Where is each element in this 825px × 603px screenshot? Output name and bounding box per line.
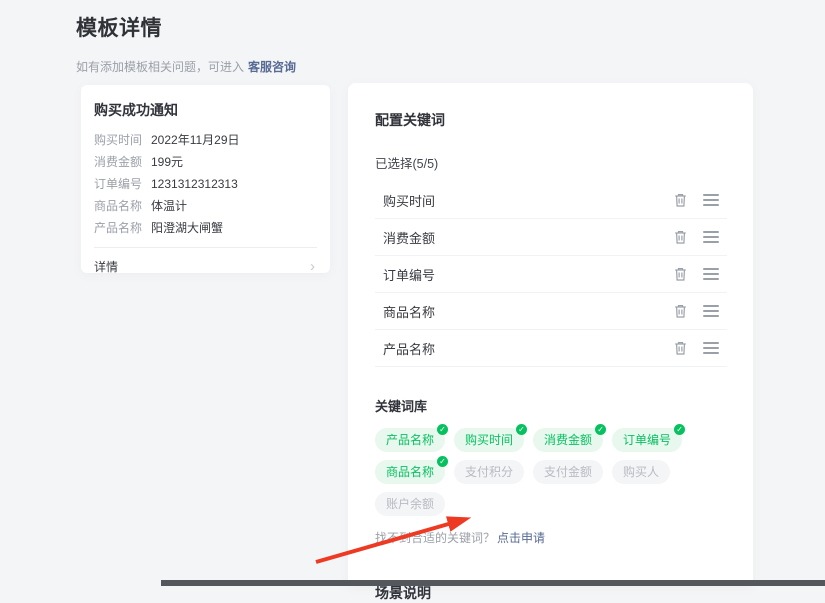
- keyword-tag-label: 消费金额: [544, 433, 592, 447]
- selected-keyword-row: 订单编号: [375, 256, 727, 293]
- check-badge-icon: ✓: [516, 424, 527, 435]
- keyword-row-actions: [672, 303, 719, 320]
- selected-keyword-row: 消费金额: [375, 219, 727, 256]
- field-value: 2022年11月29日: [151, 133, 240, 148]
- keyword-tag[interactable]: 支付金额: [533, 460, 603, 484]
- subtitle-text: 如有添加模板相关问题，可进入: [76, 60, 244, 74]
- keyword-tag-label: 账户余额: [386, 497, 434, 511]
- keyword-library-tags: 产品名称 ✓ 购买时间 ✓ 消费金额 ✓ 订单编号 ✓ 商品名称 ✓ 支付积分 …: [375, 428, 695, 516]
- keyword-library-title: 关键词库: [375, 396, 727, 415]
- check-badge-icon: ✓: [437, 456, 448, 467]
- keyword-row-label: 产品名称: [383, 339, 672, 358]
- trash-icon[interactable]: [672, 340, 689, 357]
- field-value: 1231312312313: [151, 177, 238, 192]
- keyword-tag[interactable]: 产品名称 ✓: [375, 428, 445, 452]
- background-window-edge: [161, 580, 825, 586]
- apply-hint-line: 找不到合适的关键词？点击申请: [375, 529, 727, 546]
- template-name: 购买成功通知: [94, 100, 317, 120]
- trash-icon[interactable]: [672, 192, 689, 209]
- keyword-row-actions: [672, 340, 719, 357]
- template-field-row: 商品名称 体温计: [94, 199, 317, 214]
- drag-handle-icon[interactable]: [703, 268, 719, 280]
- config-section-title: 配置关键词: [375, 110, 727, 130]
- drag-handle-icon[interactable]: [703, 231, 719, 243]
- template-field-row: 订单编号 1231312312313: [94, 177, 317, 192]
- keyword-row-label: 订单编号: [383, 265, 672, 284]
- field-label: 商品名称: [94, 199, 151, 214]
- template-field-row: 产品名称 阳澄湖大闸蟹: [94, 221, 317, 236]
- selected-count-label: 已选择(5/5): [375, 153, 727, 172]
- drag-handle-icon[interactable]: [703, 342, 719, 354]
- field-value: 199元: [151, 155, 183, 170]
- keyword-tag[interactable]: 购买时间 ✓: [454, 428, 524, 452]
- check-badge-icon: ✓: [437, 424, 448, 435]
- field-label: 订单编号: [94, 177, 151, 192]
- template-field-row: 购买时间 2022年11月29日: [94, 133, 317, 148]
- template-fields-list: 购买时间 2022年11月29日 消费金额 199元 订单编号 12313123…: [94, 133, 317, 236]
- detail-label: 详情: [94, 258, 118, 275]
- keyword-tag-label: 购买时间: [465, 433, 513, 447]
- field-label: 消费金额: [94, 155, 151, 170]
- selected-keyword-row: 购买时间: [375, 182, 727, 219]
- scene-description-title: 场景说明: [375, 583, 727, 603]
- field-value: 阳澄湖大闸蟹: [151, 221, 223, 236]
- check-badge-icon: ✓: [595, 424, 606, 435]
- keyword-tag[interactable]: 支付积分: [454, 460, 524, 484]
- keyword-tag-label: 支付积分: [465, 465, 513, 479]
- keyword-tag[interactable]: 订单编号 ✓: [612, 428, 682, 452]
- trash-icon[interactable]: [672, 303, 689, 320]
- keyword-row-actions: [672, 192, 719, 209]
- keyword-tag-label: 商品名称: [386, 465, 434, 479]
- selected-keyword-row: 商品名称: [375, 293, 727, 330]
- keyword-tag-label: 购买人: [623, 465, 659, 479]
- keyword-row-actions: [672, 266, 719, 283]
- page-header: 模板详情 如有添加模板相关问题，可进入客服咨询: [76, 12, 296, 75]
- field-value: 体温计: [151, 199, 187, 214]
- chevron-right-icon: ›: [310, 261, 315, 273]
- keyword-tag-label: 订单编号: [623, 433, 671, 447]
- page-subtitle: 如有添加模板相关问题，可进入客服咨询: [76, 58, 296, 75]
- keyword-tag[interactable]: 账户余额: [375, 492, 445, 516]
- selected-keyword-row: 产品名称: [375, 330, 727, 367]
- keyword-tag[interactable]: 商品名称 ✓: [375, 460, 445, 484]
- keyword-tag-label: 产品名称: [386, 433, 434, 447]
- field-label: 购买时间: [94, 133, 151, 148]
- drag-handle-icon[interactable]: [703, 305, 719, 317]
- keyword-config-card: 配置关键词 已选择(5/5) 购买时间 消费金额: [348, 83, 753, 586]
- keyword-tag[interactable]: 购买人: [612, 460, 670, 484]
- check-badge-icon: ✓: [674, 424, 685, 435]
- template-preview-card: 购买成功通知 购买时间 2022年11月29日 消费金额 199元 订单编号 1…: [81, 85, 330, 273]
- field-label: 产品名称: [94, 221, 151, 236]
- detail-row[interactable]: 详情 ›: [94, 248, 317, 275]
- selected-keywords-list: 购买时间 消费金额: [375, 182, 727, 367]
- template-field-row: 消费金额 199元: [94, 155, 317, 170]
- keyword-tag[interactable]: 消费金额 ✓: [533, 428, 603, 452]
- trash-icon[interactable]: [672, 229, 689, 246]
- keyword-tag-label: 支付金额: [544, 465, 592, 479]
- drag-handle-icon[interactable]: [703, 194, 719, 206]
- apply-link[interactable]: 点击申请: [497, 531, 545, 545]
- customer-service-link[interactable]: 客服咨询: [248, 60, 296, 74]
- page-title: 模板详情: [76, 12, 296, 42]
- trash-icon[interactable]: [672, 266, 689, 283]
- apply-hint-text: 找不到合适的关键词？: [375, 531, 495, 545]
- keyword-row-actions: [672, 229, 719, 246]
- keyword-row-label: 商品名称: [383, 302, 672, 321]
- keyword-row-label: 购买时间: [383, 191, 672, 210]
- keyword-row-label: 消费金额: [383, 228, 672, 247]
